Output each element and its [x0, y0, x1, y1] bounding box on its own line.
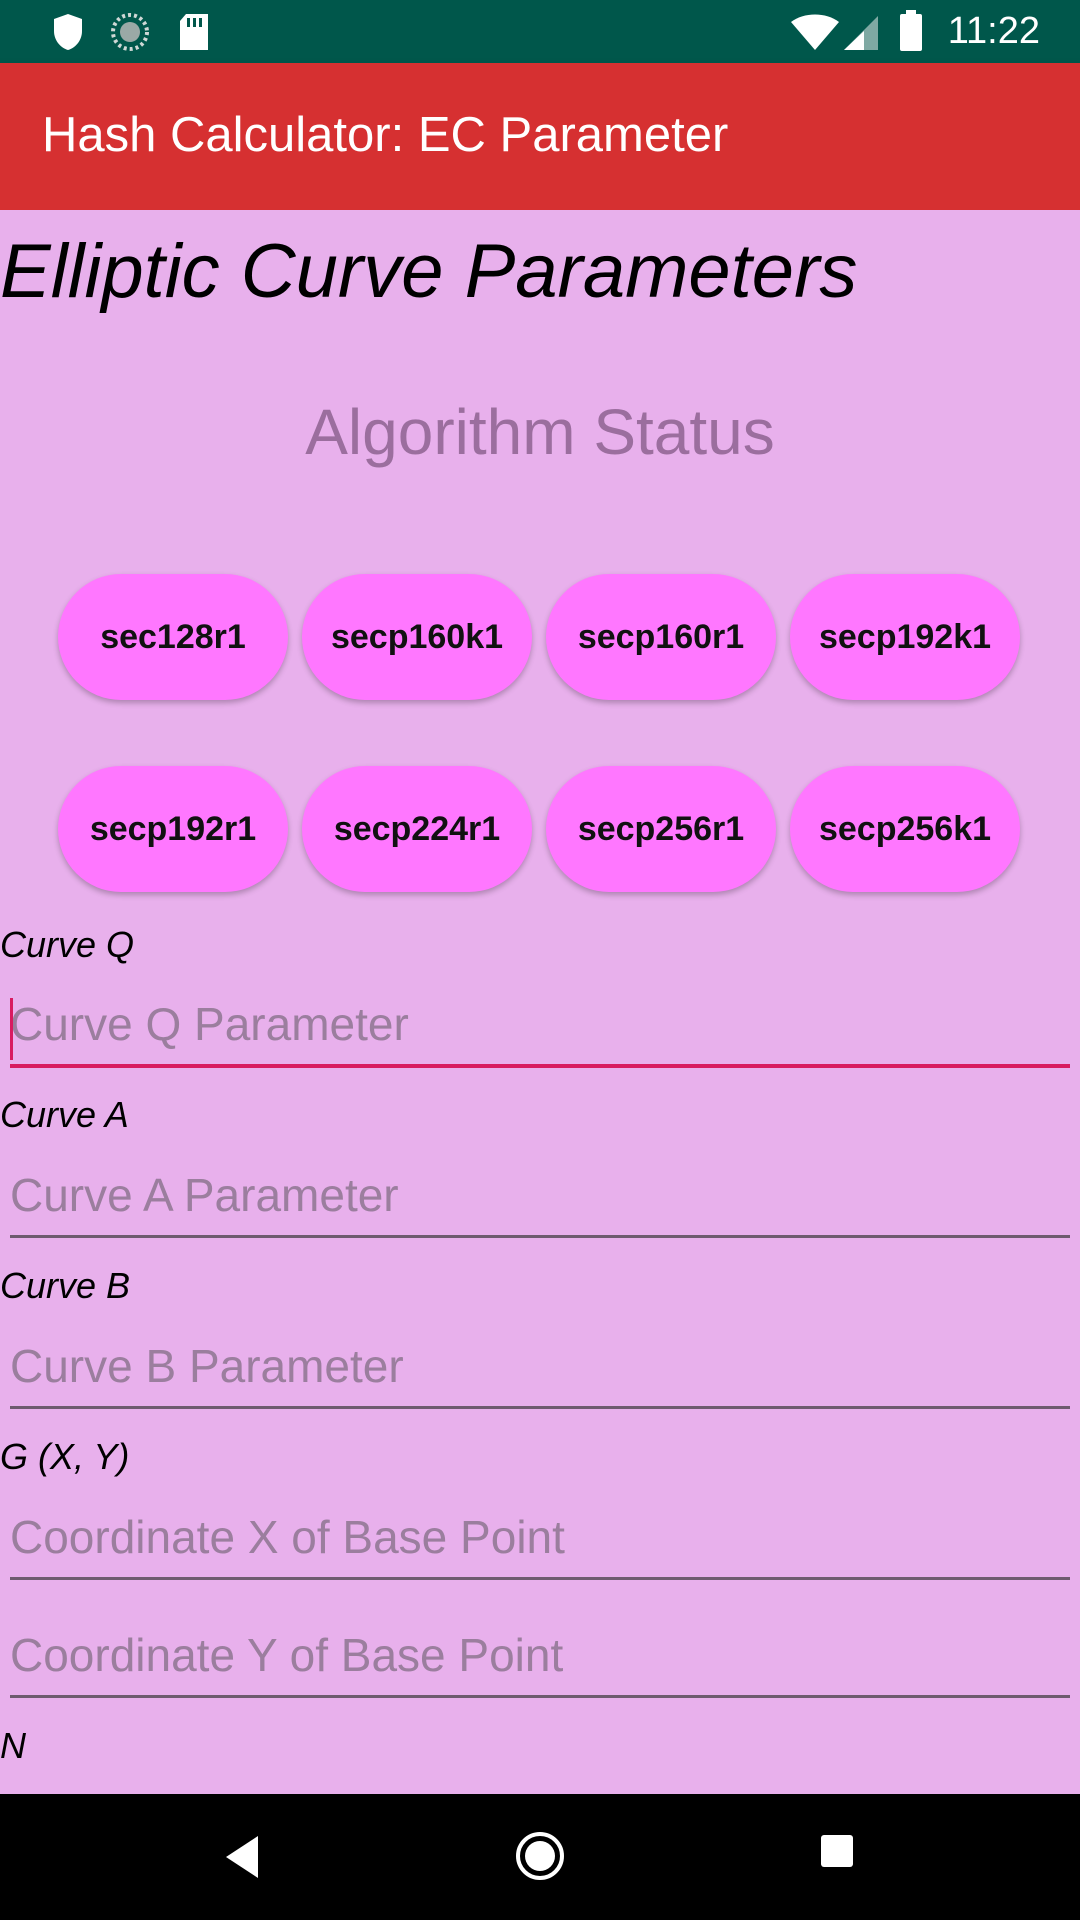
home-icon[interactable]: [514, 1830, 566, 1882]
n-label: N: [0, 1725, 26, 1766]
sd-card-icon: [180, 14, 208, 50]
curve-button-secp256k1[interactable]: secp256k1: [790, 766, 1020, 892]
back-icon[interactable]: [222, 1832, 262, 1882]
curve-b-label: Curve B: [0, 1265, 131, 1306]
curve-button-secp256r1[interactable]: secp256r1: [546, 766, 776, 892]
curve-a-input[interactable]: [10, 1154, 1070, 1238]
base-point-label: G (X, Y): [0, 1436, 130, 1477]
curve-q-label: Curve Q: [0, 924, 135, 965]
curve-button-sec128r1[interactable]: sec128r1: [58, 574, 288, 700]
curve-button-secp192k1[interactable]: secp192k1: [790, 574, 1020, 700]
curve-b-input[interactable]: [10, 1325, 1070, 1409]
base-point-x-input[interactable]: [10, 1496, 1070, 1580]
shield-icon: [54, 14, 82, 50]
curve-button-secp160k1[interactable]: secp160k1: [302, 574, 532, 700]
battery-icon: [900, 10, 922, 51]
text-cursor: [10, 998, 13, 1060]
app-title: Hash Calculator: EC Parameter: [42, 108, 729, 162]
navigation-bar: [0, 1794, 1080, 1920]
recents-icon[interactable]: [820, 1834, 854, 1868]
curve-button-secp224r1[interactable]: secp224r1: [302, 766, 532, 892]
signal-icon: [844, 16, 878, 50]
curve-button-secp192r1[interactable]: secp192r1: [58, 766, 288, 892]
base-point-y-input[interactable]: [10, 1614, 1070, 1698]
main-content[interactable]: Elliptic Curve Parameters Algorithm Stat…: [0, 210, 1080, 1794]
algorithm-status-text: Algorithm Status: [305, 396, 775, 468]
wifi-icon: [791, 14, 839, 50]
curve-button-secp160r1[interactable]: secp160r1: [546, 574, 776, 700]
curve-a-label: Curve A: [0, 1094, 129, 1135]
curve-q-input[interactable]: [10, 984, 1070, 1068]
status-bar: 11:22: [0, 0, 1080, 63]
page-title: Elliptic Curve Parameters: [0, 229, 858, 314]
status-time: 11:22: [947, 10, 1040, 52]
app-bar: Hash Calculator: EC Parameter: [0, 63, 1080, 210]
sync-icon: [111, 13, 149, 51]
